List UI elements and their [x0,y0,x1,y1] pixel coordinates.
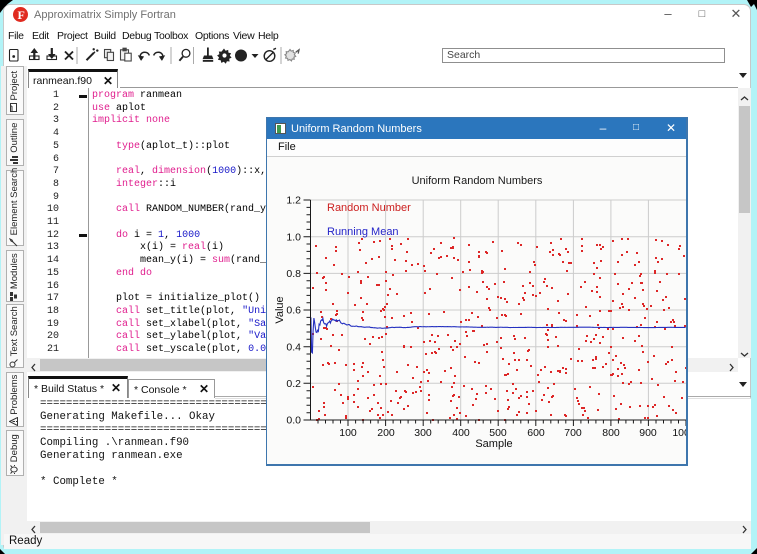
svg-text:0.0: 0.0 [286,414,301,426]
svg-text:0.8: 0.8 [286,268,301,280]
svg-text:0.4: 0.4 [286,341,301,353]
svg-text:Value: Value [274,296,286,323]
svg-text:900: 900 [639,427,657,439]
svg-text:Random Number: Random Number [327,202,411,214]
svg-text:1.2: 1.2 [286,194,301,206]
svg-text:Running Mean: Running Mean [327,226,399,238]
svg-text:0.6: 0.6 [286,304,301,316]
svg-text:1000: 1000 [672,427,687,439]
svg-text:300: 300 [414,427,432,439]
svg-text:Uniform Random Numbers: Uniform Random Numbers [412,175,543,187]
svg-text:100: 100 [339,427,357,439]
svg-text:700: 700 [564,427,582,439]
svg-text:600: 600 [527,427,545,439]
svg-text:200: 200 [377,427,395,439]
svg-text:0.2: 0.2 [286,377,301,389]
svg-text:Sample: Sample [475,438,512,450]
svg-text:1.0: 1.0 [286,231,301,243]
svg-text:400: 400 [452,427,470,439]
svg-text:800: 800 [602,427,620,439]
